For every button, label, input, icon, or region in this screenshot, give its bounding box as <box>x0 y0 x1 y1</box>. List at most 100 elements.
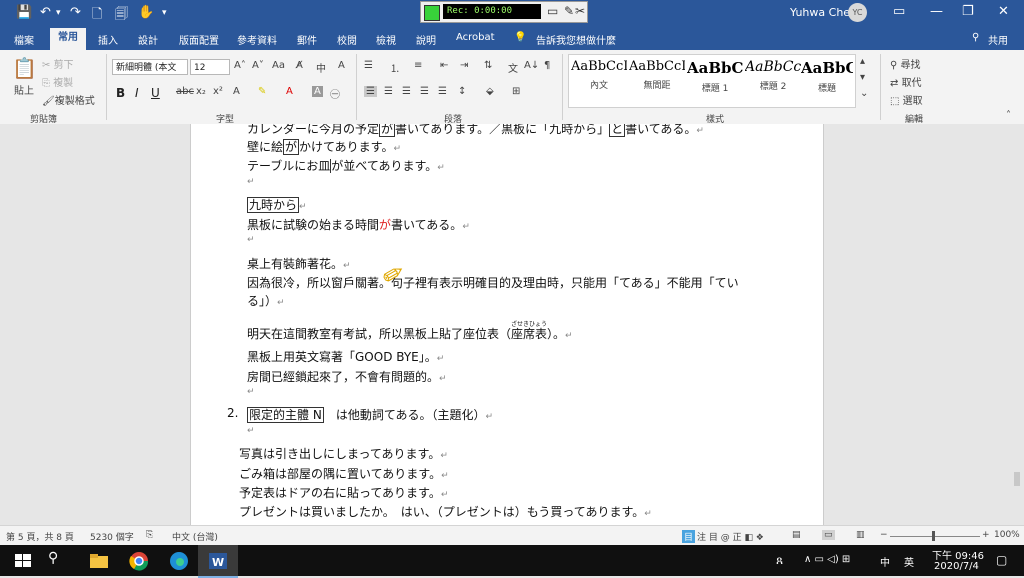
tab-insert[interactable]: 插入 <box>98 32 118 47</box>
vertical-scrollbar-thumb[interactable] <box>1014 472 1020 486</box>
enclose-char-icon[interactable]: ㊀ <box>330 86 340 101</box>
copy-button[interactable]: ⎘ 複製 <box>42 74 73 89</box>
user-name[interactable]: Yuhwa Chen <box>790 6 857 19</box>
new-document-icon[interactable]: 🗋 <box>92 5 102 27</box>
bold-icon[interactable]: B <box>116 86 125 100</box>
pen-icon[interactable]: ✎ <box>564 4 574 18</box>
ime-mode-indicator[interactable]: 英 <box>904 554 914 569</box>
align-right-icon[interactable]: ☰ <box>402 86 411 97</box>
print-layout-icon[interactable]: ▭ <box>822 530 835 540</box>
tab-review[interactable]: 校閱 <box>337 32 357 47</box>
style-title[interactable]: AaBbC 標題 <box>801 59 853 94</box>
zoom-level[interactable]: 100% <box>994 530 1020 540</box>
increase-indent-icon[interactable]: ⇥ <box>460 60 468 71</box>
ribbon-display-options-icon[interactable]: ▭ <box>893 4 905 19</box>
line-spacing-icon[interactable]: ↕ <box>458 86 466 97</box>
redo-icon[interactable]: ↷ <box>70 5 81 20</box>
undo-icon[interactable]: ↶ <box>40 5 51 20</box>
record-indicator-icon[interactable] <box>424 5 440 21</box>
phonetic-guide-icon[interactable]: 中 <box>316 60 326 75</box>
notifications-icon[interactable]: ▢ <box>996 553 1007 567</box>
share-icon[interactable]: ⚲ <box>972 32 979 43</box>
tab-mailings[interactable]: 郵件 <box>297 32 317 47</box>
justify-icon[interactable]: ☰ <box>420 86 429 97</box>
edge-icon[interactable] <box>168 550 190 572</box>
char-border-icon[interactable]: A <box>338 60 345 71</box>
font-color-icon[interactable]: A <box>286 86 293 97</box>
collapse-ribbon-icon[interactable]: ˄ <box>1006 110 1011 121</box>
highlight-icon[interactable]: ✎ <box>258 86 266 97</box>
tab-layout[interactable]: 版面配置 <box>179 32 219 47</box>
show-marks-icon[interactable]: ¶ <box>544 60 550 71</box>
people-icon[interactable]: ጸ <box>776 553 783 568</box>
clear-format-icon[interactable]: A̸ <box>296 60 303 71</box>
focus-icon[interactable]: 目 <box>682 530 696 543</box>
share-button[interactable]: 共用 <box>988 32 1008 47</box>
document-page[interactable]: カレンダーに今月の予定が書いてあります。／黒板に「九時から」と書いてある。↵ 壁… <box>190 124 824 525</box>
styles-scroll-down-icon[interactable]: ▾ <box>860 72 865 83</box>
style-heading-2[interactable]: AaBbCc 標題 2 <box>745 59 801 92</box>
save-icon[interactable]: 💾 <box>16 5 32 20</box>
format-painter-button[interactable]: 🖌複製格式 <box>42 92 95 107</box>
customize-toolbar-icon[interactable]: ▾ <box>162 8 167 18</box>
chinese-layout-icon[interactable]: 文 <box>508 60 518 75</box>
web-layout-icon[interactable]: ▥ <box>856 530 865 540</box>
change-case-button[interactable]: Aa <box>272 60 285 71</box>
annotation-icon[interactable]: 注 目 @ 正 ◧ ❖ <box>697 530 764 543</box>
grow-font-icon[interactable]: A˄ <box>234 60 246 71</box>
clock-time[interactable]: 下午 09:46 <box>932 547 984 562</box>
windows-start-icon[interactable] <box>12 550 34 572</box>
styles-more-icon[interactable]: ⌄ <box>860 88 868 99</box>
ime-indicator[interactable]: 中 <box>880 554 890 569</box>
borders-icon[interactable]: ⊞ <box>512 86 520 97</box>
paste-button[interactable]: 貼上 <box>14 82 34 97</box>
clock-date[interactable]: 2020/7/4 <box>934 561 979 572</box>
tab-help[interactable]: 說明 <box>416 32 436 47</box>
select-button[interactable]: ⬚ 選取 <box>890 92 923 107</box>
proofing-icon[interactable]: ⎘ <box>146 530 153 540</box>
font-name-box[interactable]: 新細明體 (本文 <box>112 59 188 75</box>
decrease-indent-icon[interactable]: ⇤ <box>440 60 448 71</box>
align-center-icon[interactable]: ☰ <box>384 86 393 97</box>
chrome-icon[interactable] <box>128 550 150 572</box>
word-count[interactable]: 5230 個字 <box>90 530 134 543</box>
align-left-icon[interactable]: ☰ <box>364 86 377 97</box>
numbering-icon[interactable]: ⒈ <box>390 60 400 75</box>
tab-design[interactable]: 設計 <box>138 32 158 47</box>
avatar[interactable]: YC <box>848 3 867 22</box>
tab-home[interactable]: 常用 <box>50 28 86 50</box>
zoom-slider-thumb[interactable] <box>932 531 935 541</box>
tell-me-search[interactable]: 告訴我您想做什麼 <box>536 32 616 47</box>
strikethrough-icon[interactable]: abc <box>176 86 194 97</box>
cut-button[interactable]: ✂ 剪下 <box>42 56 74 71</box>
tab-file[interactable]: 檔案 <box>14 32 34 47</box>
maximize-icon[interactable]: ❐ <box>962 4 974 19</box>
print-preview-icon[interactable]: 🗐 <box>115 5 128 27</box>
tab-acrobat[interactable]: Acrobat <box>456 32 495 43</box>
word-taskbar-button[interactable]: W <box>198 545 238 578</box>
find-button[interactable]: ⚲ 尋找 <box>890 56 921 71</box>
tray-icons[interactable]: ∧ ▭ ◁) ⊞ <box>804 554 850 565</box>
sort-az-icon[interactable]: A↓ <box>524 60 539 71</box>
replace-button[interactable]: ⇄ 取代 <box>890 74 922 89</box>
scissors-icon[interactable]: ✂ <box>575 4 585 18</box>
underline-icon[interactable]: U <box>151 86 160 100</box>
zoom-out-icon[interactable]: − <box>880 530 888 540</box>
shrink-font-icon[interactable]: A˅ <box>252 60 264 71</box>
file-explorer-icon[interactable] <box>88 550 110 572</box>
screenshot-icon[interactable]: ▭ <box>547 4 558 18</box>
language-indicator[interactable]: 中文 (台灣) <box>172 530 218 543</box>
distributed-icon[interactable]: ☰ <box>438 86 447 97</box>
subscript-icon[interactable]: x₂ <box>196 86 206 97</box>
close-icon[interactable]: ✕ <box>998 4 1009 19</box>
styles-scroll-up-icon[interactable]: ▴ <box>860 56 865 67</box>
page-count[interactable]: 第 5 頁，共 8 頁 <box>6 530 74 543</box>
text-effects-icon[interactable]: A <box>233 86 240 97</box>
sort-icon[interactable]: ⇅ <box>484 60 492 71</box>
italic-icon[interactable]: I <box>135 86 139 100</box>
zoom-in-icon[interactable]: + <box>982 530 990 540</box>
bullets-icon[interactable]: ☰ <box>364 60 373 71</box>
superscript-icon[interactable]: x² <box>213 86 223 97</box>
paste-icon[interactable]: 📋 <box>12 56 37 80</box>
shading-icon[interactable]: ⬙ <box>486 86 494 97</box>
